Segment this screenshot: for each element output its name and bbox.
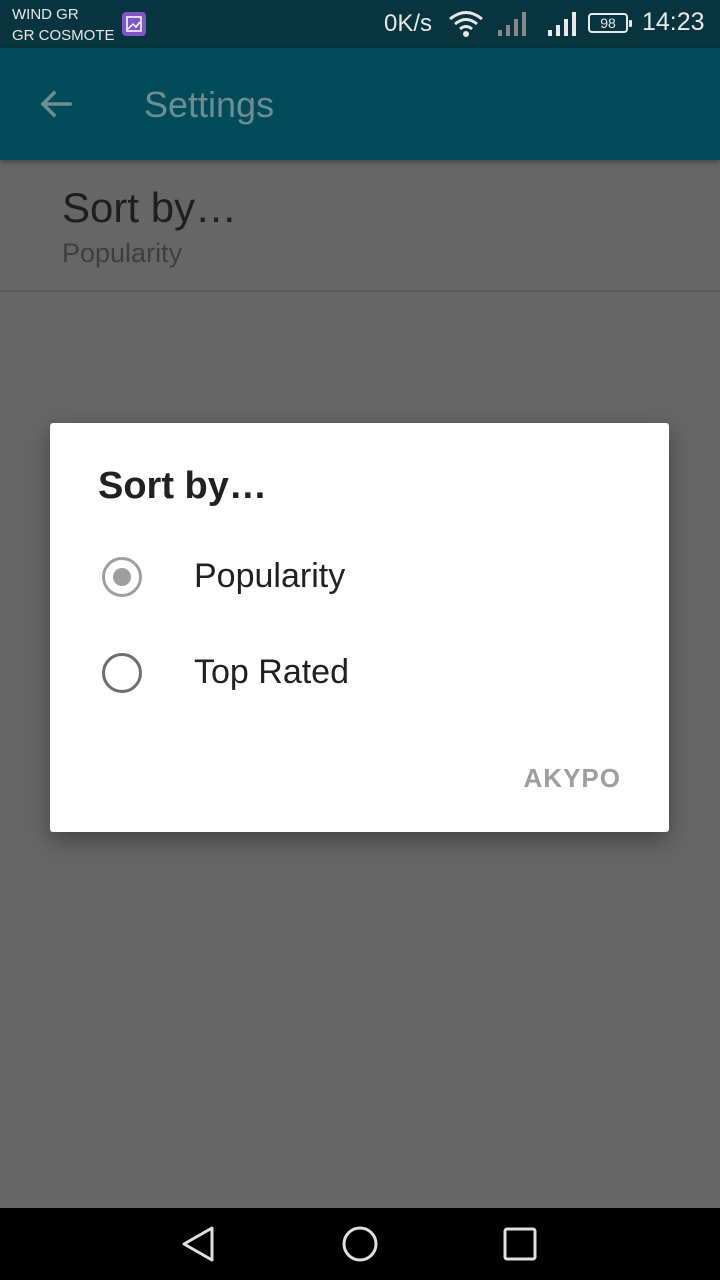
carrier-line-2: GR COSMOTE <box>12 27 115 44</box>
radio-unchecked-icon[interactable] <box>102 653 142 693</box>
battery-indicator: 98 <box>588 13 632 33</box>
signal-icon-2 <box>546 10 580 43</box>
option-label: Top Rated <box>194 653 349 691</box>
carrier-line-1: WIND GR <box>12 6 79 23</box>
gallery-icon <box>122 12 146 36</box>
status-bar: WIND GR GR COSMOTE 0K/s 98 14:23 <box>0 0 720 48</box>
network-speed: 0K/s <box>384 10 433 37</box>
page-title: Settings <box>144 84 275 125</box>
arrow-left-icon[interactable] <box>36 84 76 124</box>
option-top-rated[interactable]: Top Rated <box>50 627 669 717</box>
wifi-icon <box>448 10 484 43</box>
option-label: Popularity <box>194 557 346 595</box>
dialog-title: Sort by… <box>98 465 267 507</box>
signal-icon-1 <box>496 10 530 43</box>
preference-sort-by[interactable]: Sort by… Popularity <box>0 160 720 292</box>
triangle-back-icon[interactable] <box>180 1224 220 1269</box>
cancel-button[interactable]: AKYPO <box>524 763 621 794</box>
sort-dialog: Sort by… Popularity Top Rated AKYPO <box>50 423 669 832</box>
carrier-info: WIND GR GR COSMOTE <box>12 4 115 46</box>
square-recents-icon[interactable] <box>500 1224 540 1269</box>
radio-checked-icon[interactable] <box>102 557 142 597</box>
app-bar: Settings <box>0 48 720 160</box>
option-popularity[interactable]: Popularity <box>50 531 669 621</box>
navigation-bar <box>0 1208 720 1280</box>
circle-home-icon[interactable] <box>340 1224 380 1269</box>
clock: 14:23 <box>642 8 705 36</box>
preference-summary: Popularity <box>62 238 183 268</box>
preference-title: Sort by… <box>62 184 238 231</box>
